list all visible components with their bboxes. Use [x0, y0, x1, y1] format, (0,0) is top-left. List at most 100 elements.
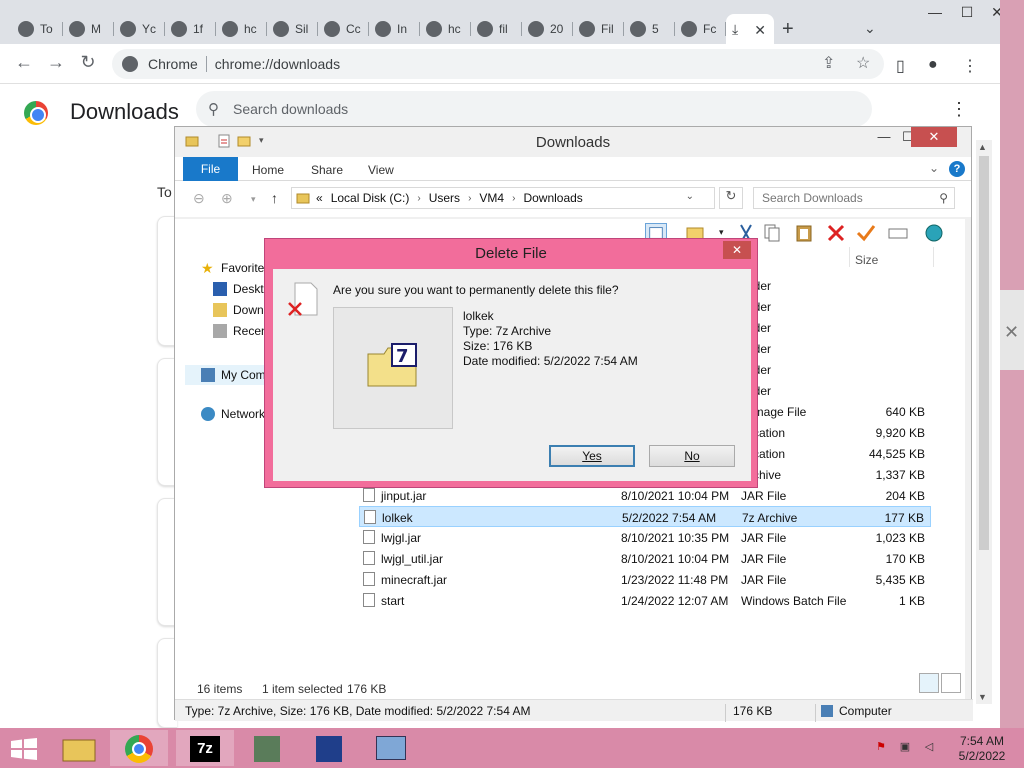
recent-locations-icon[interactable]: ▾: [251, 194, 256, 205]
rename-icon[interactable]: [887, 223, 909, 243]
browser-tab[interactable]: To: [12, 14, 63, 44]
tab-share[interactable]: Share: [311, 163, 343, 177]
browser-tab[interactable]: In: [369, 14, 420, 44]
browser-tab[interactable]: 20: [522, 14, 573, 44]
dialog-close-button[interactable]: ✕: [723, 241, 751, 259]
yes-button[interactable]: Yes: [549, 445, 635, 467]
breadcrumb-item[interactable]: Local Disk (C:): [331, 191, 410, 205]
refresh-icon[interactable]: ↻: [719, 187, 743, 209]
copy-icon[interactable]: [761, 223, 783, 243]
flag-icon[interactable]: ⚑: [874, 740, 888, 754]
browser-tab[interactable]: Yc: [114, 14, 165, 44]
more-actions-icon[interactable]: ⋮: [950, 99, 968, 120]
nav-downloads[interactable]: Down: [213, 303, 264, 317]
forward-icon[interactable]: →: [44, 52, 68, 73]
breadcrumb-item[interactable]: Users: [429, 191, 460, 205]
system-clock[interactable]: 7:54 AM 5/2/2022: [952, 734, 1012, 764]
details-view-icon[interactable]: [919, 673, 939, 693]
computer-taskbar-icon[interactable]: [362, 730, 420, 766]
browser-tab-active[interactable]: ⤓ ✕: [726, 14, 774, 44]
file-explorer-taskbar-icon[interactable]: [50, 730, 108, 766]
tab-close-icon[interactable]: ✕: [754, 22, 766, 39]
side-panel-icon[interactable]: ▯: [896, 56, 905, 76]
forward-icon[interactable]: ⊕: [221, 190, 233, 207]
tab-search-icon[interactable]: ⌄: [864, 20, 876, 37]
column-divider[interactable]: [849, 247, 850, 267]
large-icons-view-icon[interactable]: [941, 673, 961, 693]
bookmark-star-icon[interactable]: ☆: [856, 53, 870, 73]
breadcrumb-separator-icon[interactable]: ›: [417, 193, 420, 204]
chrome-logo-icon: [24, 101, 48, 125]
column-divider[interactable]: [933, 247, 934, 267]
no-button[interactable]: No: [649, 445, 735, 467]
file-row[interactable]: minecraft.jar 1/23/2022 11:48 PM JAR File 5…: [359, 569, 931, 590]
nav-recent[interactable]: Recen: [213, 324, 268, 338]
volume-icon[interactable]: ◁: [922, 740, 936, 754]
status-bar: 16 items 1 item selected 176 KB: [175, 677, 965, 699]
up-icon[interactable]: ↑: [271, 190, 278, 206]
profile-icon[interactable]: ●: [928, 56, 938, 74]
file-row[interactable]: start 1/24/2022 12:07 AM Windows Batch Fil…: [359, 590, 931, 611]
chevron-down-icon[interactable]: ⌄: [686, 191, 694, 202]
windows-start-icon[interactable]: [10, 738, 38, 760]
tab-file[interactable]: File: [183, 157, 238, 181]
browser-tab[interactable]: Sil: [267, 14, 318, 44]
browser-tab[interactable]: Fil: [573, 14, 624, 44]
browser-tab[interactable]: hc: [420, 14, 471, 44]
scroll-down-icon[interactable]: ▼: [978, 692, 987, 702]
help-icon[interactable]: ?: [949, 161, 965, 177]
paste-icon[interactable]: [793, 223, 815, 243]
tab-home[interactable]: Home: [252, 163, 284, 177]
address-bar[interactable]: « Local Disk (C:) › Users › VM4 › Downlo…: [291, 187, 715, 209]
chrome-taskbar-icon[interactable]: [110, 730, 168, 766]
vertical-scrollbar[interactable]: ▲ ▼: [976, 140, 992, 704]
back-icon[interactable]: ⊖: [193, 190, 205, 207]
app-taskbar-icon[interactable]: [300, 730, 358, 766]
search-input[interactable]: Search Downloads ⚲: [753, 187, 955, 209]
file-row[interactable]: lwjgl.jar 8/10/2021 10:35 PM JAR File 1,023…: [359, 527, 931, 548]
omnibox-url[interactable]: chrome://downloads: [215, 56, 340, 72]
back-icon[interactable]: ←: [12, 52, 36, 73]
downloads-search-input[interactable]: ⚲ Search downloads: [196, 91, 872, 127]
omnibox[interactable]: Chrome chrome://downloads ⇪ ☆: [112, 49, 884, 79]
close-button[interactable]: ✕: [911, 127, 957, 147]
breadcrumb-item[interactable]: VM4: [479, 191, 504, 205]
breadcrumb-overflow[interactable]: «: [316, 191, 323, 205]
maximize-button[interactable]: ☐: [952, 4, 982, 21]
browser-tab[interactable]: 1f: [165, 14, 216, 44]
breadcrumb-separator-icon[interactable]: ›: [512, 193, 515, 204]
tab-view[interactable]: View: [368, 163, 394, 177]
nav-desktop[interactable]: Deskto: [213, 282, 270, 296]
scroll-up-icon[interactable]: ▲: [978, 142, 987, 152]
chevron-down-icon[interactable]: ▾: [719, 227, 724, 238]
browser-tab[interactable]: Cc: [318, 14, 369, 44]
chevron-down-icon[interactable]: ⌄: [929, 161, 939, 175]
app-taskbar-icon[interactable]: [238, 730, 296, 766]
nav-network[interactable]: Network: [201, 407, 265, 421]
new-tab-button[interactable]: +: [782, 18, 794, 41]
file-row[interactable]: jinput.jar 8/10/2021 10:04 PM JAR File 204 …: [359, 485, 931, 506]
browser-tab[interactable]: fil: [471, 14, 522, 44]
browser-tab[interactable]: Fc: [675, 14, 726, 44]
browser-tab[interactable]: 5: [624, 14, 675, 44]
menu-icon[interactable]: ⋮: [962, 56, 978, 76]
reload-icon[interactable]: ↻: [76, 52, 100, 73]
browser-tab[interactable]: hc: [216, 14, 267, 44]
7zip-taskbar-icon[interactable]: 7z: [176, 730, 234, 766]
breadcrumb-separator-icon[interactable]: ›: [468, 193, 471, 204]
share-icon[interactable]: ⇪: [822, 53, 835, 73]
minimize-button[interactable]: —: [920, 4, 950, 20]
browser-tab[interactable]: M: [63, 14, 114, 44]
nav-favorites[interactable]: ★ Favorite: [201, 261, 264, 275]
globe-icon[interactable]: [923, 223, 945, 243]
file-row[interactable]: lwjgl_util.jar 8/10/2021 10:04 PM JAR File…: [359, 548, 931, 569]
network-icon[interactable]: ▣: [898, 740, 912, 754]
file-row[interactable]: lolkek 5/2/2022 7:54 AM 7z Archive 177 KB: [359, 506, 931, 527]
delete-icon[interactable]: [825, 223, 847, 243]
column-header-size[interactable]: Size: [855, 253, 878, 267]
tab-label: 1f: [193, 22, 204, 36]
nav-label: My Com: [221, 368, 266, 382]
scroll-thumb[interactable]: [979, 156, 989, 550]
breadcrumb-item[interactable]: Downloads: [523, 191, 582, 205]
checkmark-icon[interactable]: [855, 223, 877, 243]
